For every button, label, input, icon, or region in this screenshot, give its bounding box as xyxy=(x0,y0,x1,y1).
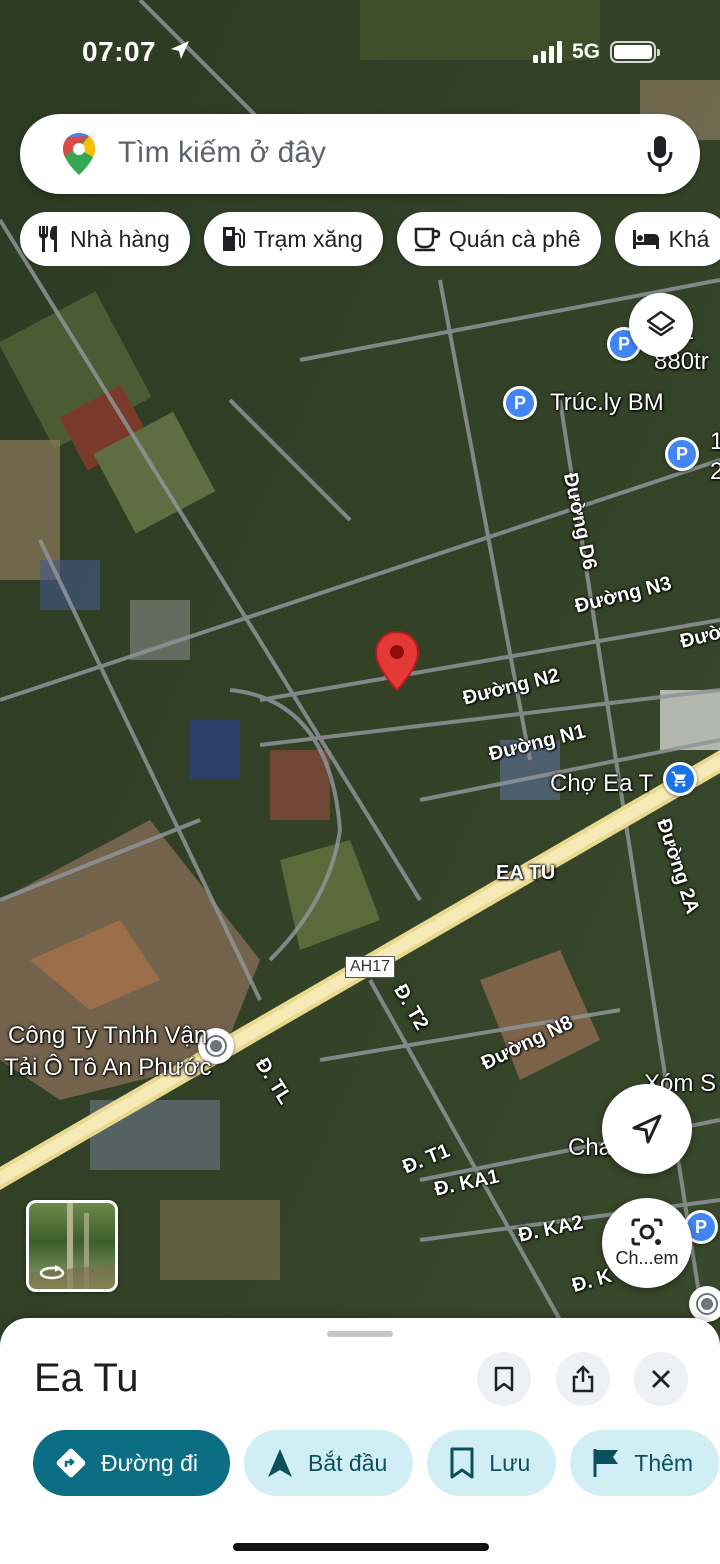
directions-button[interactable]: Đường đi xyxy=(33,1430,230,1496)
navigation-arrow-icon xyxy=(268,1449,292,1477)
poi-pin-market[interactable] xyxy=(663,762,697,796)
share-icon xyxy=(572,1365,594,1393)
location-arrow-icon xyxy=(171,41,189,59)
place-bottom-sheet[interactable]: Ea Tu Đường đi Bắt đầu Lưu Thêm xyxy=(0,1318,720,1564)
drag-handle[interactable] xyxy=(327,1331,393,1337)
start-button[interactable]: Bắt đầu xyxy=(244,1430,414,1496)
place-actions: Đường đi Bắt đầu Lưu Thêm xyxy=(33,1430,720,1496)
navigation-arrow-icon xyxy=(632,1114,662,1144)
poi-label-market[interactable]: Chợ Ea T xyxy=(550,770,653,798)
save-button[interactable]: Lưu xyxy=(427,1430,557,1496)
chip-label: Nhà hàng xyxy=(70,225,170,252)
poi-pin-grey-edge[interactable] xyxy=(689,1286,720,1322)
lens-label: Ch...em xyxy=(615,1247,679,1268)
close-icon xyxy=(652,1370,670,1388)
cellular-signal-icon xyxy=(532,41,562,63)
chip-restaurants[interactable]: Nhà hàng xyxy=(20,212,190,266)
status-indicators: 5G xyxy=(532,40,660,64)
layers-icon xyxy=(646,310,676,337)
chip-gas-stations[interactable]: Trạm xăng xyxy=(203,212,383,266)
search-input[interactable]: Tìm kiếm ở đây xyxy=(118,136,326,170)
selected-location-pin-icon[interactable] xyxy=(374,630,420,692)
my-location-button[interactable] xyxy=(602,1084,692,1174)
microphone-icon[interactable] xyxy=(646,134,674,174)
more-label: Thêm xyxy=(634,1449,694,1476)
save-icon-button[interactable] xyxy=(477,1352,531,1406)
directions-label: Đường đi xyxy=(101,1449,198,1476)
street-view-thumbnail[interactable] xyxy=(26,1200,118,1292)
home-indicator xyxy=(233,1543,489,1551)
highway-shield-ah17: AH17 xyxy=(345,956,396,978)
chip-label: Quán cà phê xyxy=(448,225,581,252)
poi-label-company-line2[interactable]: Tải Ô Tô An Phước xyxy=(4,1054,211,1082)
lens-button[interactable]: Ch...em xyxy=(602,1198,692,1288)
chip-coffee[interactable]: Quán cà phê xyxy=(396,212,601,266)
status-time: 07:07 xyxy=(82,36,157,67)
share-button[interactable] xyxy=(556,1352,610,1406)
google-maps-logo-icon xyxy=(63,133,95,175)
bookmark-icon xyxy=(494,1366,514,1392)
shopping-cart-icon xyxy=(671,771,686,787)
chip-hotels[interactable]: Khá xyxy=(614,212,720,266)
poi-label-edge-2[interactable]: 2 xyxy=(710,458,720,486)
poi-label-company-line1[interactable]: Công Ty Tnhh Vận xyxy=(8,1022,207,1050)
battery-icon xyxy=(610,41,660,63)
more-button[interactable]: Thêm xyxy=(570,1430,720,1496)
hotel-icon xyxy=(632,230,659,249)
road-label-ea-tu: EA TU xyxy=(496,862,556,884)
close-button[interactable] xyxy=(634,1352,688,1406)
poi-label-truc-ly[interactable]: Trúc.ly BM xyxy=(550,389,664,417)
layers-button[interactable] xyxy=(629,293,693,357)
poi-label-edge-1[interactable]: 1 xyxy=(710,428,720,456)
status-bar: 07:07 5G xyxy=(0,0,720,100)
rotate-360-icon xyxy=(39,1265,65,1280)
poi-pin-truc-ly[interactable]: P xyxy=(503,386,537,420)
directions-icon xyxy=(56,1448,86,1478)
gas-station-icon xyxy=(222,227,245,251)
poi-pin-parking-2[interactable]: P xyxy=(665,437,699,471)
flag-icon xyxy=(593,1449,619,1477)
start-label: Bắt đầu xyxy=(308,1449,388,1476)
restaurant-icon xyxy=(39,226,57,252)
coffee-icon xyxy=(414,227,441,252)
network-type: 5G xyxy=(571,40,600,63)
chip-label: Khá xyxy=(668,225,710,252)
camera-lens-icon xyxy=(631,1218,663,1245)
place-title: Ea Tu xyxy=(34,1356,139,1400)
bookmark-icon xyxy=(450,1447,474,1479)
chip-label: Trạm xăng xyxy=(253,225,363,252)
category-chips: Nhà hàng Trạm xăng Quán cà phê Khá xyxy=(20,212,720,266)
search-bar[interactable]: Tìm kiếm ở đây xyxy=(20,114,700,194)
save-label: Lưu xyxy=(489,1449,531,1476)
